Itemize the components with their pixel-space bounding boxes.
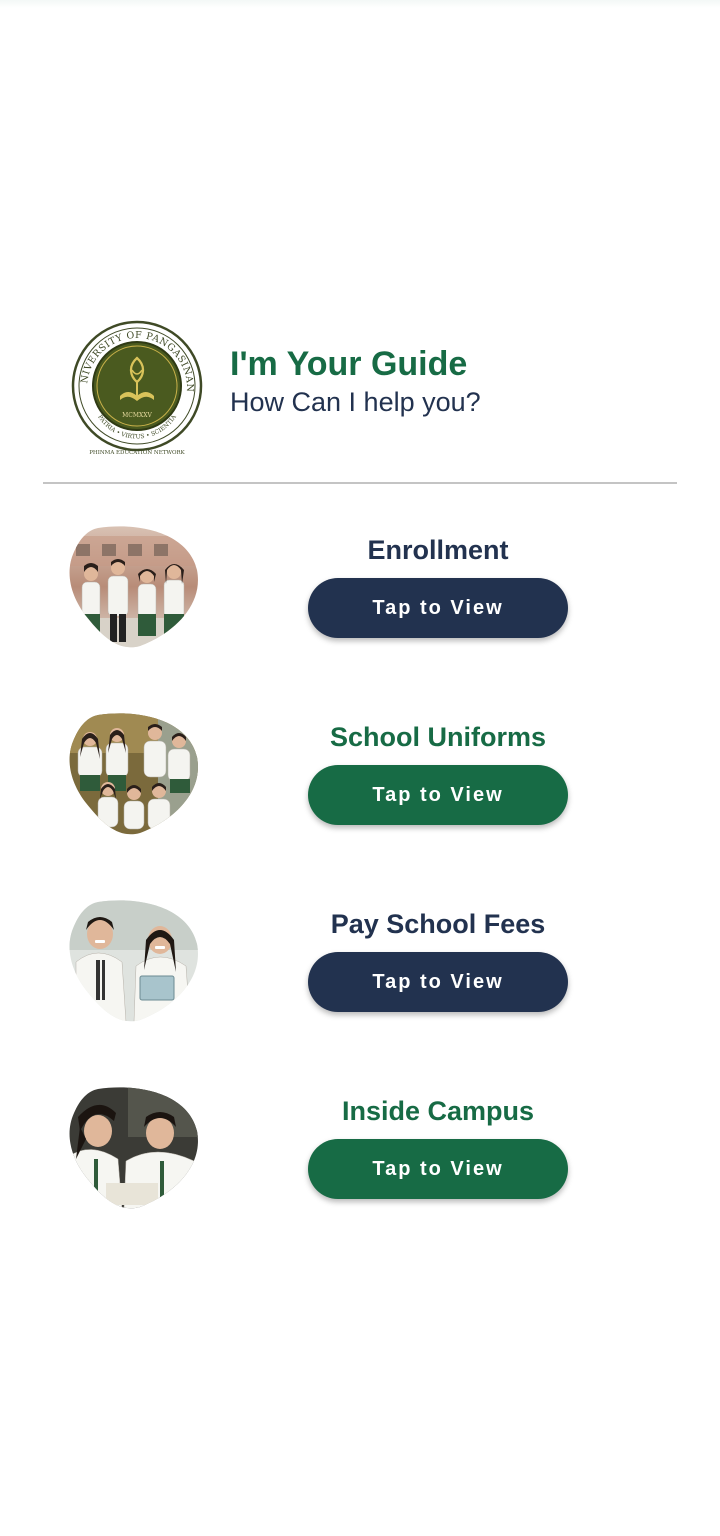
pay-school-fees-title: Pay School Fees — [330, 909, 546, 939]
page-title: I'm Your Guide — [230, 345, 468, 383]
seal-year-text: MCMXXV — [122, 412, 152, 419]
inside-campus-tap-to-view-button[interactable]: Tap to View — [308, 1139, 568, 1199]
pay-school-fees-photo — [69, 900, 198, 1022]
menu-item-enrollment: Enrollment Tap to View — [68, 526, 628, 648]
status-bar-area — [0, 0, 720, 8]
seal-network-text: PHINMA EDUCATION NETWORK — [89, 450, 185, 456]
inside-campus-title: Inside Campus — [341, 1096, 535, 1126]
page-subtitle: How Can I help you? — [230, 387, 481, 417]
school-uniforms-title: School Uniforms — [329, 722, 546, 752]
inside-campus-photo — [69, 1087, 198, 1209]
menu-item-inside-campus: Inside Campus Tap to View — [68, 1087, 628, 1209]
header-divider — [43, 482, 677, 484]
enrollment-photo — [69, 526, 198, 648]
header-text-block: I'm Your Guide How Can I help you? — [230, 344, 481, 420]
school-uniforms-tap-to-view-button[interactable]: Tap to View — [308, 765, 568, 825]
enrollment-tap-to-view-button[interactable]: Tap to View — [308, 578, 568, 638]
school-uniforms-photo — [69, 713, 198, 835]
pay-school-fees-tap-to-view-button[interactable]: Tap to View — [308, 952, 568, 1012]
university-seal-logo: MCMXXV UNIVERSITY OF PANGASINAN PATRIA •… — [70, 318, 203, 456]
guide-header: MCMXXV UNIVERSITY OF PANGASINAN PATRIA •… — [70, 318, 670, 460]
menu-item-school-uniforms: School Uniforms Tap to View — [68, 713, 628, 835]
menu-item-pay-school-fees: Pay School Fees Tap to View — [68, 900, 628, 1022]
enrollment-title: Enrollment — [367, 535, 509, 565]
